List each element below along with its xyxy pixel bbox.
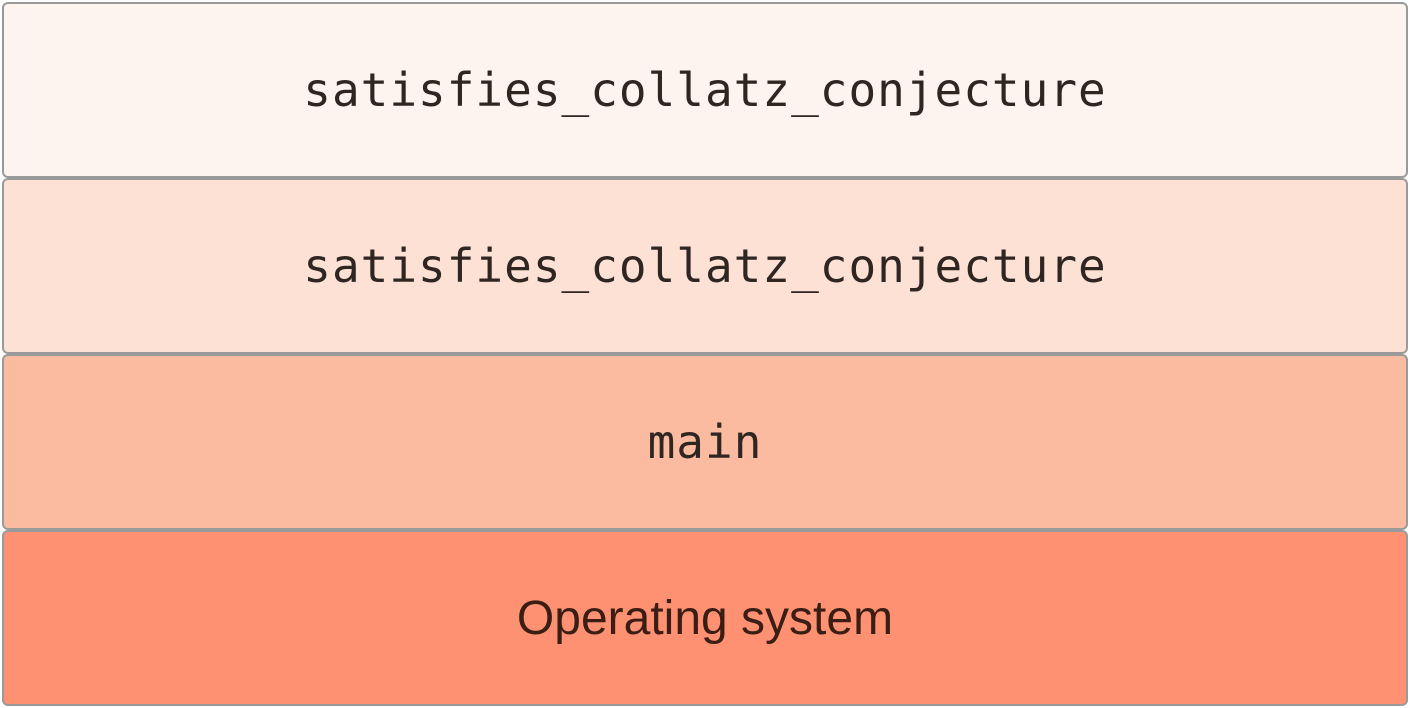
frame-label: satisfies_collatz_conjecture: [303, 63, 1107, 117]
call-stack-diagram: satisfies_collatz_conjecture satisfies_c…: [0, 0, 1412, 708]
frame-label: Operating system: [516, 591, 894, 645]
frame-label: satisfies_collatz_conjecture: [303, 239, 1107, 293]
frame-label: main: [647, 415, 763, 469]
stack-frame-collatz-top: satisfies_collatz_conjecture: [2, 2, 1408, 178]
stack-frame-collatz: satisfies_collatz_conjecture: [2, 178, 1408, 354]
stack-frame-operating-system: Operating system: [2, 530, 1408, 706]
stack-frame-main: main: [2, 354, 1408, 530]
